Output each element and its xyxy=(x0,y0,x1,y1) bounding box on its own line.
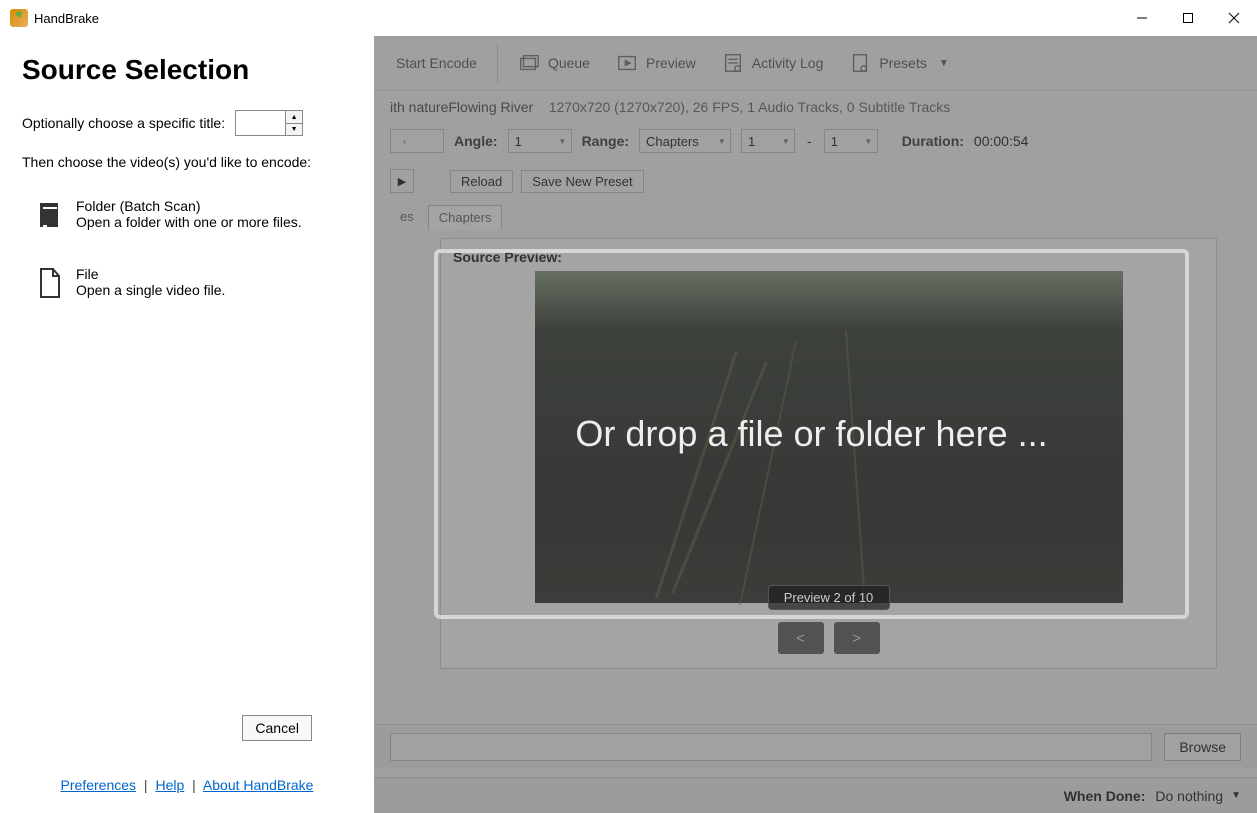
file-icon xyxy=(36,266,64,300)
window-close-button[interactable] xyxy=(1211,0,1257,36)
tab-chapters[interactable]: Chapters xyxy=(428,205,503,230)
source-selection-heading: Source Selection xyxy=(22,54,352,86)
about-link[interactable]: About HandBrake xyxy=(203,777,314,793)
source-selection-panel: Source Selection Optionally choose a spe… xyxy=(0,36,374,813)
footer-links: Preferences | Help | About HandBrake xyxy=(22,777,352,803)
chevron-down-icon: ▼ xyxy=(939,58,949,69)
presets-button[interactable]: Presets▼ xyxy=(837,46,960,80)
app-icon xyxy=(10,9,28,27)
title-bar: HandBrake xyxy=(0,0,1257,36)
output-path-input[interactable] xyxy=(390,733,1152,761)
window-maximize-button[interactable] xyxy=(1165,0,1211,36)
preferences-link[interactable]: Preferences xyxy=(61,777,136,793)
open-folder-desc: Open a folder with one or more files. xyxy=(76,214,302,230)
when-done-select[interactable]: Do nothing▼ xyxy=(1155,788,1241,804)
activity-log-button[interactable]: Activity Log xyxy=(710,46,836,80)
window-minimize-button[interactable] xyxy=(1119,0,1165,36)
angle-label: Angle: xyxy=(454,133,498,149)
queue-button[interactable]: Queue xyxy=(506,46,602,80)
preview-next-button[interactable]: > xyxy=(834,622,880,654)
tab-partial[interactable]: es xyxy=(390,205,424,230)
when-done-label: When Done: xyxy=(1064,788,1146,804)
title-spinner-up[interactable]: ▲ xyxy=(285,110,303,123)
preset-row: ▶ Reload Save New Preset xyxy=(374,159,1257,203)
help-link[interactable]: Help xyxy=(155,777,184,793)
open-folder-option[interactable]: Folder (Batch Scan) Open a folder with o… xyxy=(22,198,352,232)
range-from-select[interactable]: 1▾ xyxy=(741,129,795,153)
title-spinner-down[interactable]: ▼ xyxy=(285,123,303,136)
browse-button[interactable]: Browse xyxy=(1164,733,1241,761)
start-encode-button[interactable]: Start Encode xyxy=(384,49,489,77)
title-number-spinner[interactable]: ▲ ▼ xyxy=(235,110,303,136)
title-select-prev[interactable]: ‹ xyxy=(390,129,444,153)
output-row: Browse xyxy=(374,724,1257,769)
status-bar: When Done: Do nothing▼ xyxy=(374,777,1257,813)
settings-tabs: es Chapters xyxy=(374,203,1257,230)
presets-icon xyxy=(849,52,871,74)
chevron-down-icon: ▼ xyxy=(1231,790,1241,801)
open-file-desc: Open a single video file. xyxy=(76,282,225,298)
source-summary: ith natureFlowing River 1270x720 (1270x7… xyxy=(374,91,1257,123)
source-instruction: Then choose the video(s) you'd like to e… xyxy=(22,154,352,170)
preset-play-button[interactable]: ▶ xyxy=(390,169,414,193)
app-title: HandBrake xyxy=(34,11,99,26)
title-number-input[interactable] xyxy=(235,110,285,136)
range-to-select[interactable]: 1▾ xyxy=(824,129,878,153)
duration-value: 00:00:54 xyxy=(974,133,1029,149)
save-new-preset-button[interactable]: Save New Preset xyxy=(521,170,643,193)
activity-log-icon xyxy=(722,52,744,74)
duration-label: Duration: xyxy=(902,133,964,149)
open-file-title: File xyxy=(76,266,225,282)
cancel-button[interactable]: Cancel xyxy=(242,715,312,741)
reload-preset-button[interactable]: Reload xyxy=(450,170,513,193)
main-content-dimmed: Start Encode Queue Preview Activity Log … xyxy=(374,36,1257,813)
range-type-select[interactable]: Chapters▾ xyxy=(639,129,731,153)
preview-icon xyxy=(616,52,638,74)
range-label: Range: xyxy=(582,133,629,149)
queue-icon xyxy=(518,52,540,74)
open-folder-title: Folder (Batch Scan) xyxy=(76,198,302,214)
angle-select[interactable]: 1▾ xyxy=(508,129,572,153)
title-picker-label: Optionally choose a specific title: xyxy=(22,115,225,131)
preview-button[interactable]: Preview xyxy=(604,46,708,80)
preview-prev-button[interactable]: < xyxy=(778,622,824,654)
folder-icon xyxy=(36,198,64,232)
range-separator: - xyxy=(807,133,812,149)
drop-zone-message: Or drop a file or folder here ... xyxy=(575,413,1047,455)
open-file-option[interactable]: File Open a single video file. xyxy=(22,266,352,300)
toolbar: Start Encode Queue Preview Activity Log … xyxy=(374,36,1257,91)
drop-zone[interactable]: Or drop a file or folder here ... xyxy=(434,249,1189,619)
title-controls-row: ‹ Angle: 1▾ Range: Chapters▾ 1▾ - 1▾ Dur… xyxy=(374,123,1257,159)
